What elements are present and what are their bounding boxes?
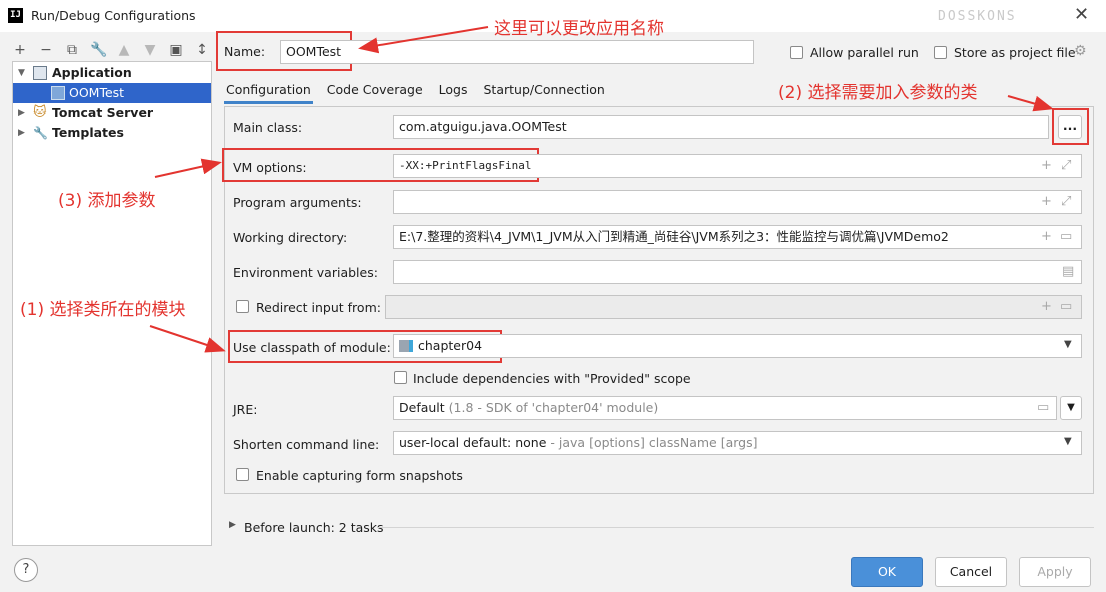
arrow-to-browse (1007, 95, 1054, 112)
arrow-to-classpath (149, 325, 226, 353)
annotation-arrows (149, 26, 1054, 353)
arrow-to-name (358, 26, 489, 54)
arrow-to-vm (154, 158, 222, 178)
